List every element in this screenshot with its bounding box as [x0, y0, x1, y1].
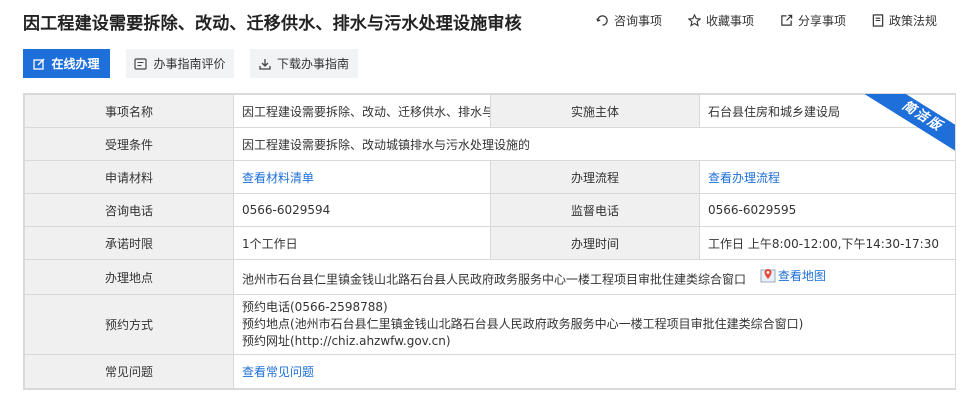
share-label: 分享事项	[797, 14, 846, 28]
materials-cell: 查看材料清单	[233, 160, 491, 194]
star-icon	[687, 14, 701, 27]
top-actions: 咨询事项 收藏事项 分享事项 政策法规	[570, 12, 937, 29]
document-icon	[872, 14, 884, 27]
map-pin-icon	[760, 269, 776, 283]
table-row: 常见问题 查看常见问题	[24, 354, 955, 389]
edit-icon	[33, 58, 45, 70]
materials-link[interactable]: 查看材料清单	[242, 171, 314, 185]
supervise-label: 监督电话	[490, 193, 700, 227]
consult-icon	[596, 15, 608, 26]
evaluate-guide-button[interactable]: 办事指南评价	[126, 49, 234, 78]
conditions-value: 因工程建设需要拆除、改动城镇排水与污水处理设施的	[233, 127, 955, 161]
page-title: 因工程建设需要拆除、改动、迁移供水、排水与污水处理设施审核	[23, 14, 522, 34]
evaluate-guide-label: 办事指南评价	[153, 57, 226, 71]
table-row: 事项名称 因工程建设需要拆除、改动、迁移供水、排水与... 实施主体 石台县住房…	[24, 94, 955, 128]
agency-label: 实施主体	[490, 94, 700, 128]
consult-action[interactable]: 咨询事项	[596, 12, 662, 29]
download-icon	[259, 58, 271, 70]
table-row: 承诺时限 1个工作日 办理时间 工作日 上午8:00-12:00,下午14:30…	[24, 226, 955, 260]
materials-label: 申请材料	[24, 160, 234, 194]
appointment-phone: 预约电话(0566-2598788)	[242, 300, 388, 314]
appointment-label: 预约方式	[24, 294, 234, 355]
hours-value: 工作日 上午8:00-12:00,下午14:30-17:30	[699, 226, 955, 260]
appointment-url: 预约网址(http://chiz.ahzwfw.gov.cn)	[242, 334, 451, 348]
appointment-place: 预约地点(池州市石台县仁里镇金钱山北路石台县人民政府政务服务中心一楼工程项目审批…	[242, 317, 804, 331]
online-apply-label: 在线办理	[51, 57, 100, 71]
download-guide-label: 下载办事指南	[276, 57, 349, 71]
table-row: 申请材料 查看材料清单 办理流程 查看办理流程	[24, 160, 955, 194]
download-guide-button[interactable]: 下载办事指南	[250, 49, 358, 78]
location-label: 办理地点	[24, 259, 234, 295]
favorite-action[interactable]: 收藏事项	[687, 12, 754, 29]
table-row: 受理条件 因工程建设需要拆除、改动城镇排水与污水处理设施的	[24, 127, 955, 161]
item-name-label: 事项名称	[24, 94, 234, 128]
location-cell: 池州市石台县仁里镇金钱山北路石台县人民政府政务服务中心一楼工程项目审批住建类综合…	[233, 259, 955, 295]
supervise-value: 0566-6029595	[699, 193, 955, 227]
faq-cell: 查看常见问题	[233, 354, 955, 389]
view-map-link[interactable]: 查看地图	[760, 267, 826, 284]
limit-label: 承诺时限	[24, 226, 234, 260]
location-value: 池州市石台县仁里镇金钱山北路石台县人民政府政务服务中心一楼工程项目审批住建类综合…	[242, 272, 747, 287]
faq-link[interactable]: 查看常见问题	[242, 365, 314, 379]
share-action[interactable]: 分享事项	[780, 12, 846, 29]
faq-label: 常见问题	[24, 354, 234, 389]
limit-value: 1个工作日	[233, 226, 491, 260]
conditions-label: 受理条件	[24, 127, 234, 161]
favorite-label: 收藏事项	[705, 14, 754, 28]
online-apply-button[interactable]: 在线办理	[23, 49, 110, 78]
process-cell: 查看办理流程	[699, 160, 955, 194]
consult-label: 咨询事项	[613, 14, 662, 28]
phone-value: 0566-6029594	[233, 193, 491, 227]
policy-label: 政策法规	[888, 14, 937, 28]
table-row: 预约方式 预约电话(0566-2598788) 预约地点(池州市石台县仁里镇金钱…	[24, 294, 955, 355]
table-row: 办理地点 池州市石台县仁里镇金钱山北路石台县人民政府政务服务中心一楼工程项目审批…	[24, 259, 955, 295]
process-label: 办理流程	[490, 160, 700, 194]
view-map-label: 查看地图	[777, 268, 826, 283]
hours-label: 办理时间	[490, 226, 700, 260]
guide-table: 事项名称 因工程建设需要拆除、改动、迁移供水、排水与... 实施主体 石台县住房…	[23, 93, 956, 390]
item-name-value: 因工程建设需要拆除、改动、迁移供水、排水与...	[233, 94, 491, 128]
share-icon	[781, 14, 793, 26]
table-row: 咨询电话 0566-6029594 监督电话 0566-6029595	[24, 193, 955, 227]
button-row: 在线办理 办事指南评价 下载办事指南	[23, 49, 374, 78]
phone-label: 咨询电话	[24, 193, 234, 227]
appointment-cell: 预约电话(0566-2598788) 预约地点(池州市石台县仁里镇金钱山北路石台…	[233, 294, 955, 355]
comment-icon	[134, 57, 148, 70]
process-link[interactable]: 查看办理流程	[708, 171, 780, 185]
policy-action[interactable]: 政策法规	[872, 12, 937, 29]
